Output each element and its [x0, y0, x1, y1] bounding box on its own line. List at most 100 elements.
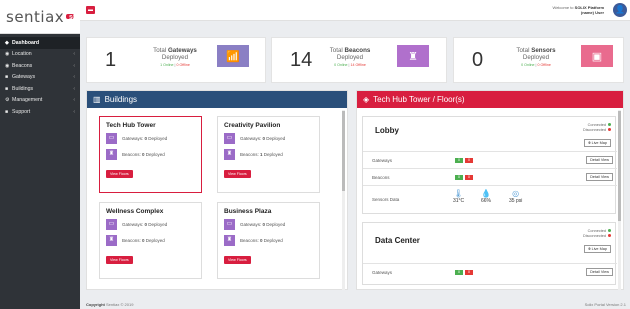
- copyright-label: Copyright: [86, 302, 105, 307]
- location-icon: ◉: [5, 51, 10, 58]
- gateway-icon: ▭: [224, 133, 235, 144]
- scrollbar[interactable]: [342, 110, 345, 290]
- building-icon: ■: [5, 85, 9, 92]
- view-floors-button[interactable]: View Floors: [106, 170, 133, 178]
- humidity-icon: 💧: [481, 189, 491, 198]
- logo-text: sentiax: [6, 7, 65, 26]
- sidebar: sentiax SOLIX ◆ Dashboard ◉ Location ‹ ◉ Bea…: [0, 0, 84, 309]
- sidebar-item-gateways[interactable]: ■ Gateways ‹: [0, 72, 80, 84]
- sidebar-item-location[interactable]: ◉ Location ‹: [0, 49, 80, 61]
- stat-count: 1: [105, 49, 117, 71]
- temperature-sensor: 🌡 31°C: [453, 189, 464, 204]
- connected-dot-icon: [608, 123, 611, 126]
- disconnected-dot-icon: [608, 234, 611, 237]
- scrollbar-thumb[interactable]: [342, 111, 345, 191]
- live-map-button[interactable]: 9 Live Map: [584, 139, 611, 147]
- sidebar-item-label: Support: [12, 108, 31, 115]
- scrollbar[interactable]: [618, 110, 621, 290]
- chevron-left-icon: ‹: [73, 74, 75, 81]
- panel-title: Tech Hub Tower / Floor(s): [373, 95, 465, 104]
- gateways-row: Gateways 00 Detail View: [363, 263, 617, 280]
- online-badge: 0: [455, 158, 463, 163]
- offline-badge: 0: [465, 175, 473, 180]
- sidebar-item-management[interactable]: ⚙ Management ‹: [0, 95, 80, 107]
- stat-card-sensors: 0 Total Sensors Deployed 0 Online | 0 Of…: [453, 37, 624, 83]
- sensors-row: Sensors Data 🌡 31°C 💧 66% ◎ 35 psi: [363, 185, 617, 215]
- building-card[interactable]: Business Plaza ▭ Gateways: 0 Deployed ♜ Be…: [217, 202, 320, 279]
- dashboard-icon: ◆: [5, 39, 9, 46]
- building-name: Wellness Complex: [106, 208, 164, 215]
- beacon-count: Beacons: 0 Deployed: [240, 238, 283, 243]
- detail-view-button[interactable]: Detail View: [586, 156, 613, 164]
- stat-title-pre: Total: [153, 47, 168, 54]
- chevron-left-icon: ‹: [73, 62, 75, 69]
- stat-title-bold: Beacons: [344, 47, 371, 54]
- avatar[interactable]: 👤: [613, 3, 627, 17]
- offline-count: 0 Offline: [176, 63, 190, 67]
- live-map-button[interactable]: 9 Live Map: [584, 245, 611, 253]
- gateway-count: Gateways: 0 Deployed: [122, 136, 168, 141]
- beacon-icon: ♜: [397, 45, 429, 67]
- row-label: Gateways: [372, 158, 393, 163]
- stat-title: Total Beacons Deployed 0 Online | 14 Off…: [320, 47, 380, 69]
- sidebar-item-support[interactable]: ■ Support ‹: [0, 106, 80, 118]
- scrollbar-thumb[interactable]: [618, 111, 621, 221]
- layers-icon: ◈: [363, 95, 370, 104]
- sidebar-item-dashboard[interactable]: ◆ Dashboard: [0, 37, 80, 49]
- detail-view-button[interactable]: Detail View: [586, 268, 613, 276]
- chevron-left-icon: ‹: [73, 97, 75, 104]
- sidebar-item-buildings[interactable]: ■ Buildings ‹: [0, 83, 80, 95]
- view-floors-button[interactable]: View Floors: [224, 170, 251, 178]
- gateway-count: Gateways: 0 Deployed: [240, 136, 286, 141]
- menu-toggle-button[interactable]: ▬: [86, 6, 95, 14]
- gateway-icon: ▭: [224, 219, 235, 230]
- management-icon: ⚙: [5, 97, 10, 104]
- row-label: Gateways: [372, 270, 393, 275]
- beacon-icon: ♜: [224, 149, 235, 160]
- legend-connected: Connected: [587, 123, 606, 127]
- welcome-text: Welcome to: [552, 5, 574, 10]
- stat-title-bold: Gateways: [167, 47, 197, 54]
- sidebar-item-label: Location: [12, 51, 32, 58]
- status-legend: Connected Disconnected: [583, 229, 611, 239]
- sidebar-item-beacons[interactable]: ◉ Beacons ‹: [0, 60, 80, 72]
- brand-logo[interactable]: sentiax SOLIX: [0, 0, 84, 34]
- stat-title-bold: Sensors: [531, 47, 556, 54]
- beacon-icon: ♜: [224, 235, 235, 246]
- view-floors-button[interactable]: View Floors: [106, 256, 133, 264]
- beacon-count: Beacons: 0 Deployed: [122, 152, 165, 157]
- detail-view-button[interactable]: Detail View: [586, 173, 613, 181]
- online-count: 0 Online: [521, 63, 535, 67]
- stat-title-post: Deployed: [336, 54, 364, 61]
- panel-title: Buildings: [104, 95, 138, 104]
- gateway-icon: ■: [5, 74, 9, 81]
- live-map-label: Live Map: [591, 247, 607, 251]
- beacon-icon: ♜: [106, 149, 117, 160]
- user-name: (name) User: [580, 10, 604, 15]
- legend-disconnected: Disconnected: [582, 234, 606, 238]
- beacons-row: Beacons 00 Detail View: [363, 168, 617, 185]
- building-name: Tech Hub Tower: [106, 122, 156, 129]
- building-card[interactable]: Tech Hub Tower ▭ Gateways: 0 Deployed ♜ Be…: [99, 116, 202, 193]
- live-map-label: Live Map: [591, 141, 607, 145]
- legend-connected: Connected: [587, 229, 606, 233]
- building-card[interactable]: Wellness Complex ▭ Gateways: 0 Deployed ♜…: [99, 202, 202, 279]
- router-icon: 📶: [217, 45, 249, 67]
- floor-card-data-center: Data Center Connected Disconnected 9 Liv…: [362, 222, 617, 285]
- user-icon: 👤: [615, 5, 625, 14]
- sidebar-item-label: Gateways: [12, 74, 36, 81]
- support-icon: ■: [5, 108, 9, 115]
- user-welcome: Welcome to SOLIX Platform (name) User: [552, 5, 604, 15]
- chevron-left-icon: ‹: [73, 108, 75, 115]
- stat-title: Total Gateways Deployed 1 Online | 0 Off…: [145, 47, 205, 69]
- building-card[interactable]: Creativity Pavilion ▭ Gateways: 0 Deploye…: [217, 116, 320, 193]
- view-floors-button[interactable]: View Floors: [224, 256, 251, 264]
- pressure-value: 35 psi: [509, 198, 523, 204]
- sensor-icon: ▣: [581, 45, 613, 67]
- chevron-left-icon: ‹: [73, 51, 75, 58]
- sidebar-item-label: Management: [12, 97, 43, 104]
- offline-count: 0 Offline: [537, 63, 551, 67]
- floors-panel: ◈ Tech Hub Tower / Floor(s) Lobby Connect…: [356, 90, 624, 290]
- floor-card-lobby: Lobby Connected Disconnected 9 Live Map …: [362, 116, 617, 215]
- chevron-left-icon: ‹: [73, 85, 75, 92]
